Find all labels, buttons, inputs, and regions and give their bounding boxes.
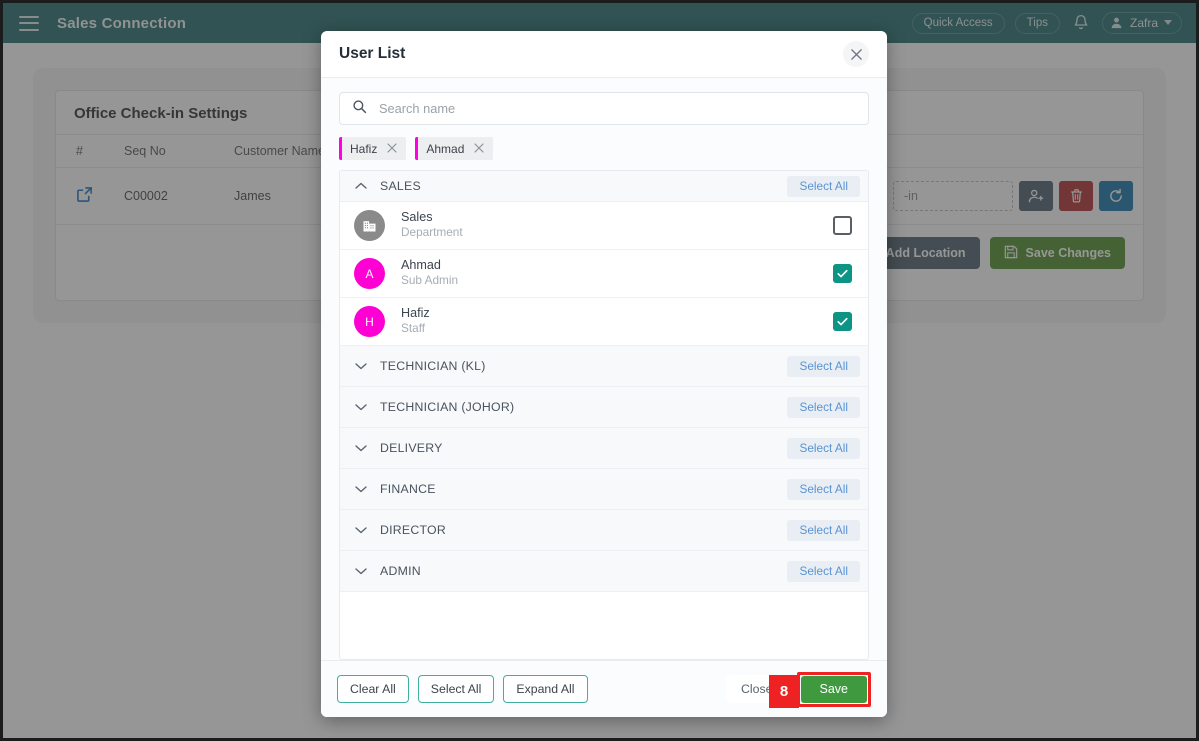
user-group-list[interactable]: SALES Select All Sales Department A Ahma… <box>339 170 869 660</box>
close-icon[interactable] <box>843 41 869 67</box>
group-select-all-button[interactable]: Select All <box>787 560 860 582</box>
group-name: TECHNICIAN (KL) <box>380 359 486 373</box>
screenshot-frame: Sales Connection Quick Access Tips <box>0 0 1199 741</box>
group-name: SALES <box>380 179 421 193</box>
member-role: Staff <box>401 321 426 336</box>
group-select-all-button[interactable]: Select All <box>787 437 860 459</box>
chip-label: Ahmad <box>426 141 465 156</box>
group-name: DELIVERY <box>380 441 443 455</box>
chevron-down-icon <box>354 523 368 537</box>
chip-hafiz[interactable]: Hafiz <box>339 137 407 160</box>
list-item-text: Ahmad Sub Admin <box>401 258 458 290</box>
group-header-delivery[interactable]: DELIVERY Select All <box>340 428 868 469</box>
modal-title: User List <box>339 45 406 62</box>
group-name: FINANCE <box>380 482 436 496</box>
chevron-up-icon <box>354 179 368 193</box>
selected-user-chips: Hafiz Ahmad <box>339 137 869 160</box>
avatar-initial: A <box>365 266 374 281</box>
group-select-all-button[interactable]: Select All <box>787 478 860 500</box>
list-item[interactable]: H Hafiz Staff <box>340 298 868 346</box>
member-checkbox-checked[interactable] <box>833 312 852 331</box>
member-name: Sales <box>401 209 433 224</box>
avatar: A <box>354 258 385 289</box>
user-list-modal: User List Hafiz <box>321 31 887 717</box>
list-item-text: Hafiz Staff <box>401 306 430 338</box>
modal-body: Hafiz Ahmad <box>321 78 887 660</box>
list-item[interactable]: A Ahmad Sub Admin <box>340 250 868 298</box>
chevron-down-icon <box>354 359 368 373</box>
group-header-finance[interactable]: FINANCE Select All <box>340 469 868 510</box>
member-name: Ahmad <box>401 257 441 272</box>
modal-footer: Clear All Select All Expand All Close Sa… <box>321 660 887 717</box>
avatar: H <box>354 306 385 337</box>
save-button[interactable]: Save <box>800 675 867 703</box>
chevron-down-icon <box>354 400 368 414</box>
group-header-sales[interactable]: SALES Select All <box>340 171 868 202</box>
list-item-text: Sales Department <box>401 210 463 242</box>
clear-all-button[interactable]: Clear All <box>337 675 409 703</box>
search-icon <box>352 99 367 119</box>
member-checkbox-checked[interactable] <box>833 264 852 283</box>
group-name: TECHNICIAN (JOHOR) <box>380 400 515 414</box>
step-number-badge: 8 <box>769 675 799 708</box>
department-icon <box>354 210 385 241</box>
list-item[interactable]: Sales Department <box>340 202 868 250</box>
select-all-button[interactable]: Select All <box>417 675 495 703</box>
chip-remove-icon[interactable] <box>474 142 484 155</box>
save-button-highlight: Save <box>796 671 871 707</box>
group-header-admin[interactable]: ADMIN Select All <box>340 551 868 592</box>
modal-header: User List <box>321 31 887 78</box>
group-header-director[interactable]: DIRECTOR Select All <box>340 510 868 551</box>
member-role: Department <box>401 225 463 240</box>
group-select-all-button[interactable]: Select All <box>787 355 860 377</box>
member-checkbox-unchecked[interactable] <box>833 216 852 235</box>
group-select-all-button[interactable]: Select All <box>787 519 860 541</box>
group-header-technician-johor[interactable]: TECHNICIAN (JOHOR) Select All <box>340 387 868 428</box>
chevron-down-icon <box>354 482 368 496</box>
search-bar[interactable] <box>339 92 869 125</box>
expand-all-button[interactable]: Expand All <box>503 675 588 703</box>
member-name: Hafiz <box>401 305 430 320</box>
chip-label: Hafiz <box>350 141 378 156</box>
member-role: Sub Admin <box>401 273 459 288</box>
chevron-down-icon <box>354 441 368 455</box>
chip-ahmad[interactable]: Ahmad <box>415 137 494 160</box>
search-input[interactable] <box>379 101 856 116</box>
group-name: ADMIN <box>380 564 421 578</box>
avatar-initial: H <box>365 314 374 329</box>
group-select-all-button[interactable]: Select All <box>787 396 860 418</box>
group-select-all-button[interactable]: Select All <box>787 175 860 197</box>
group-header-technician-kl[interactable]: TECHNICIAN (KL) Select All <box>340 346 868 387</box>
chip-remove-icon[interactable] <box>387 142 397 155</box>
chevron-down-icon <box>354 564 368 578</box>
group-name: DIRECTOR <box>380 523 446 537</box>
